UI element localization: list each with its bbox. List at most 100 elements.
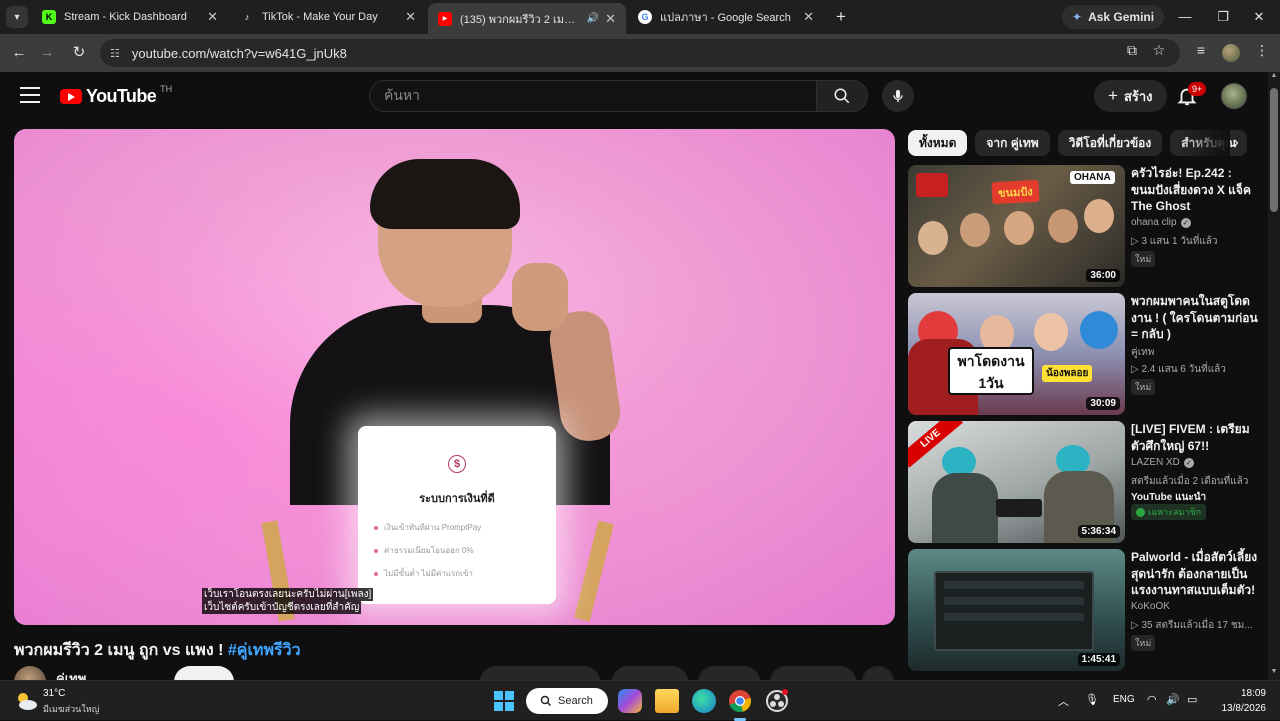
recommendation-title[interactable]: ครัวไรอ่ะ! Ep.242 : ขนมปังเสี่ยงดวง X แจ… [1131,165,1259,215]
bookmark-star-icon[interactable]: ☆ [1148,42,1170,59]
video-thumbnail[interactable]: ขนมปัง OHANA 36:00 [908,165,1125,287]
close-tab-icon[interactable]: ✕ [803,9,814,25]
recommendation-title[interactable]: พวกผมพาคนในสตูโดดงาน ! ( ใครโดนตามก่อน =… [1131,293,1259,343]
chip-from-channel[interactable]: จาก คู่เทพ [975,130,1050,156]
scroll-up-arrow-icon[interactable]: ▲ [1269,72,1279,79]
thumbnail-caption-box: พาโดดงาน 1วัน [948,347,1034,395]
scroll-down-arrow-icon[interactable]: ▼ [1269,668,1279,675]
channel-name[interactable]: คู่เทพ [56,668,86,680]
menu-hamburger-icon[interactable] [20,87,40,103]
youtube-logo[interactable]: YouTube TH [60,84,172,107]
video-thumbnail[interactable]: LIVE 5:36:34 [908,421,1125,543]
share-button[interactable] [612,666,688,680]
reload-button[interactable]: ↻ [68,42,90,64]
install-app-icon[interactable]: ⧉ [1121,42,1143,59]
card-feature-item: ค่าธรรมเนียมโอนออก 0% [374,544,556,557]
video-person-fist [512,263,568,331]
channel-row: คู่เทพ [14,664,894,680]
close-tab-icon[interactable]: ✕ [405,9,416,25]
windows-start-icon[interactable] [492,689,516,713]
input-language[interactable]: ENG [1113,694,1135,705]
like-dislike-button[interactable] [480,666,600,680]
recommendation-meta: ▷ 3 แสน 1 วันที่แล้ว [1131,236,1218,247]
recommendation-channel[interactable]: คู่เทพ [1131,345,1154,360]
tab-kick-dashboard[interactable]: K Stream - Kick Dashboard ✕ [32,3,228,31]
recommendation-title[interactable]: Palworld - เมื่อสัตว์เลี้ยงสุดน่ารัก ต้อ… [1131,549,1259,599]
recommendation-channel[interactable]: ohana clip ✓ [1131,217,1191,228]
card-feature-text: เงินเข้าทันทีผ่าน PromptPay [384,523,482,532]
video-player[interactable]: $ ระบบการเงินที่ดี เงินเข้าทันทีผ่าน Pro… [14,129,895,625]
thumbnail-logo-icon [916,173,948,197]
subscribe-button[interactable] [174,666,234,680]
microphone-tray-icon[interactable]: 🎙 [1085,693,1099,706]
close-tab-icon[interactable]: ✕ [605,11,616,27]
battery-icon[interactable]: ▭ [1187,693,1197,706]
voice-search-button[interactable] [882,80,914,112]
clock-date[interactable]: 13/8/2026 [1210,703,1267,714]
file-explorer-icon[interactable] [655,689,679,713]
tab-search-button[interactable]: ▾ [6,6,28,28]
weather-description[interactable]: มีเมฆส่วนใหญ่ [43,702,99,716]
chevron-right-icon[interactable]: › [1224,130,1248,156]
plus-icon: + [1108,86,1118,105]
youtube-play-icon [60,89,82,104]
recommendation-channel[interactable]: KoKoOK [1131,601,1170,612]
tab-tiktok[interactable]: ♪ TikTok - Make Your Day ✕ [230,3,426,31]
search-button[interactable] [816,80,868,112]
weather-cloud-sun-icon[interactable] [14,689,38,713]
dollar-coin-icon: $ [448,455,466,473]
video-thumbnail[interactable]: พาโดดงาน 1วัน น้องพลอย 30:09 [908,293,1125,415]
taskbar-search-box[interactable]: Search [526,688,608,714]
volume-icon[interactable]: 🔊 [1166,693,1180,706]
show-hidden-icons-chevron[interactable]: ︿ [1058,693,1069,709]
card-feature-text: ค่าธรรมเนียมโอนออก 0% [384,546,474,555]
address-bar[interactable]: ☷ youtube.com/watch?v=w641G_jnUk8 [100,39,1180,67]
search-input[interactable]: ค้นหา [369,80,816,112]
browser-menu-icon[interactable]: ⋮ [1251,42,1273,59]
account-avatar[interactable] [1221,83,1247,109]
video-hashtag-link[interactable]: #คู่เทพรีวิว [228,642,301,659]
members-only-badge: เฉพาะสมาชิก [1131,504,1207,520]
members-only-label: เฉพาะสมาชิก [1148,507,1202,517]
new-tab-button[interactable]: + [830,6,852,28]
back-button[interactable]: ← [8,42,30,64]
chrome-icon[interactable] [728,689,752,713]
browser-profile-avatar[interactable] [1222,44,1240,62]
close-window-button[interactable]: ✕ [1236,0,1280,34]
recommendation-channel[interactable]: LAZEN XD ✓ [1131,457,1194,468]
card-title: ระบบการเงินที่ดี [419,493,495,505]
scrollbar-thumb[interactable] [1270,88,1278,212]
video-duration: 5:36:34 [1077,525,1120,538]
copilot-icon[interactable] [618,689,642,713]
ask-gemini-button[interactable]: ✦ Ask Gemini [1062,5,1165,29]
site-info-icon[interactable]: ☷ [110,47,120,60]
wifi-icon[interactable]: ◠ [1147,693,1157,706]
edge-browser-icon[interactable] [692,689,716,713]
recommendation-title[interactable]: [LIVE] FIVEM : เตรียมตัวศึกใหญ่ 67!! [1131,421,1259,454]
create-button[interactable]: + สร้าง [1094,80,1167,112]
channel-avatar[interactable] [14,666,46,680]
video-thumbnail[interactable]: 1:45:41 [908,549,1125,671]
download-button[interactable] [698,666,760,680]
clock-time[interactable]: 18:09 [1210,688,1266,699]
thumbnail-text: พาโดดงาน 1วัน [957,353,1025,391]
chip-all[interactable]: ทั้งหมด [908,130,968,156]
close-tab-icon[interactable]: ✕ [207,9,218,25]
thumbnail-text: น้องพลอย [1042,365,1093,382]
recommendation-item[interactable]: 1:45:41 Palworld - เมื่อสัตว์เลี้ยงสุดน่… [908,549,1258,671]
channel-name: ohana clip [1131,217,1177,228]
tab-youtube-active[interactable]: ▶ (135) พวกผมรีวิว 2 เมนู ถูก vs 🔊 ✕ [428,3,626,34]
clip-button[interactable] [770,666,856,680]
chip-related[interactable]: วิดีโอที่เกี่ยวข้อง [1057,130,1163,156]
more-actions-button[interactable] [862,666,894,680]
tab-google-translate-search[interactable]: G แปลภาษา - Google Search ✕ [628,3,824,31]
weather-temperature[interactable]: 31°C [43,688,65,699]
recommendation-item[interactable]: ขนมปัง OHANA 36:00 ครัวไรอ่ะ! Ep.242 : ข… [908,165,1258,287]
forward-button[interactable]: → [36,42,58,64]
recommendation-item[interactable]: พาโดดงาน 1วัน น้องพลอย 30:09 พวกผมพาคนใน… [908,293,1258,415]
obs-studio-icon[interactable] [765,689,789,713]
media-controls-icon[interactable]: ≡ [1190,42,1212,58]
youtube-logo-text: YouTube [86,86,157,106]
speaker-icon[interactable]: 🔊 [587,13,599,24]
recommendation-item[interactable]: LIVE 5:36:34 [LIVE] FIVEM : เตรียมตัวศึก… [908,421,1258,543]
